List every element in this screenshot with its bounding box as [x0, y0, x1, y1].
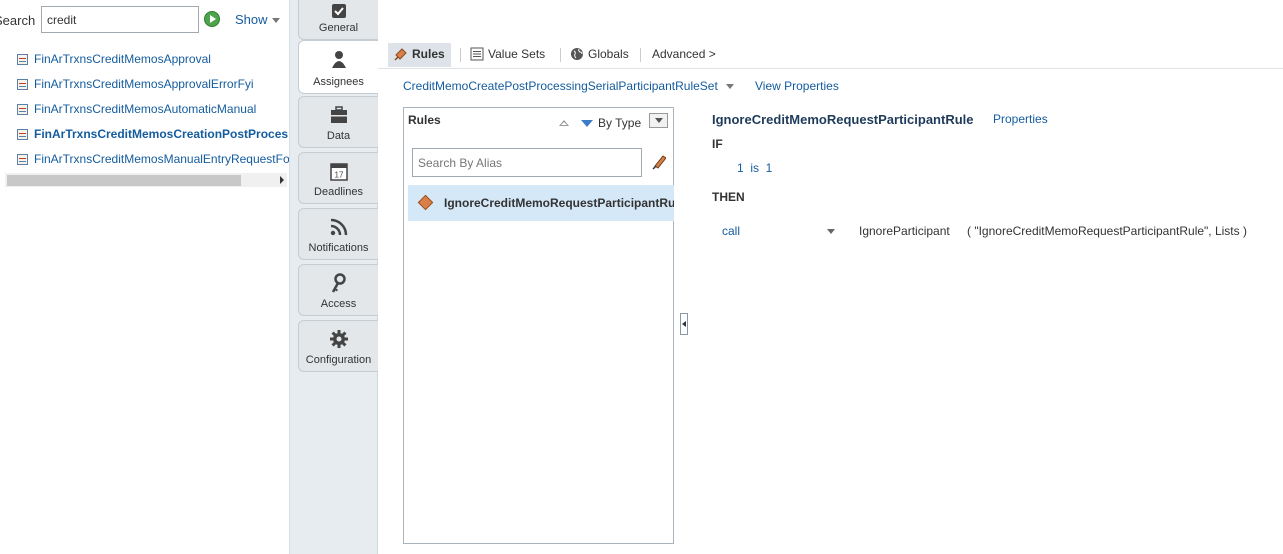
- sort-ascending-icon[interactable]: [559, 120, 569, 126]
- chevron-down-icon: [725, 84, 734, 90]
- subtab-bar: Rules Value Sets Globals Advanced >: [378, 40, 1283, 69]
- rules-icon: [394, 48, 407, 61]
- task-rule-icon: [17, 79, 28, 90]
- task-item-selected[interactable]: FinArTrxnsCreditMemosCreationPostProces: [17, 127, 289, 145]
- task-label: FinArTrxnsCreditMemosManualEntryRequestF…: [34, 152, 289, 166]
- task-rule-icon: [17, 54, 28, 65]
- sort-by-label: By Type: [598, 116, 642, 130]
- tab-data[interactable]: Data: [298, 96, 378, 148]
- tab-label: Access: [320, 298, 357, 310]
- filter-icon[interactable]: [581, 120, 593, 127]
- task-label: FinArTrxnsCreditMemosCreationPostProces: [34, 127, 289, 141]
- tab-label: Notifications: [308, 242, 369, 254]
- if-label: IF: [712, 137, 723, 151]
- globe-icon: [571, 48, 583, 60]
- search-input[interactable]: [41, 6, 199, 33]
- tab-label: Data: [326, 130, 351, 142]
- then-label: THEN: [712, 190, 745, 204]
- view-properties-link[interactable]: View Properties: [755, 79, 839, 93]
- task-rule-icon: [17, 154, 28, 165]
- action-arguments[interactable]: ( "IgnoreCreditMemoRequestParticipantRul…: [967, 224, 1247, 238]
- checkbox-icon: [332, 4, 346, 18]
- scroll-right-icon[interactable]: [280, 176, 284, 184]
- go-icon[interactable]: [204, 11, 220, 27]
- rules-editor: Rules Value Sets Globals Advanced > Cred…: [378, 0, 1283, 554]
- chevron-down-icon[interactable]: [827, 229, 835, 234]
- tab-label: Assignees: [313, 76, 364, 88]
- calendar-day: 17: [335, 171, 344, 180]
- tab-general[interactable]: General: [298, 0, 378, 40]
- ruleset-name: CreditMemoCreatePostProcessingSerialPart…: [403, 79, 718, 93]
- clear-search-icon[interactable]: [652, 154, 666, 170]
- subtab-value-sets[interactable]: Value Sets: [464, 43, 551, 67]
- subtab-advanced[interactable]: Advanced >: [646, 43, 722, 67]
- vertical-tab-bar: General Assignees Data 17 Deadlines Noti…: [290, 0, 378, 554]
- task-label: FinArTrxnsCreditMemosAutomaticManual: [34, 102, 257, 116]
- rules-panel-title: Rules: [408, 113, 441, 127]
- tab-label: General: [318, 22, 359, 34]
- show-menu-button[interactable]: Show: [235, 12, 280, 27]
- task-label: FinArTrxnsCreditMemosApproval: [34, 52, 211, 66]
- subtab-label: Globals: [588, 47, 629, 61]
- gear-icon: [330, 330, 348, 348]
- search-label: Search: [0, 13, 36, 28]
- separator: [640, 48, 641, 62]
- action-type-select[interactable]: call: [722, 224, 740, 238]
- rule-icon: [417, 194, 434, 211]
- task-rule-icon: [17, 129, 28, 140]
- scrollbar-thumb[interactable]: [7, 175, 241, 186]
- tab-access[interactable]: Access: [298, 264, 378, 316]
- rules-list-panel: Rules By Type IgnoreCreditMemoRequestPar…: [403, 107, 674, 544]
- list-icon: [470, 47, 484, 61]
- task-label: FinArTrxnsCreditMemosApprovalErrorFyi: [34, 77, 254, 91]
- subtab-globals[interactable]: Globals: [564, 43, 635, 67]
- task-item[interactable]: FinArTrxnsCreditMemosManualEntryRequestF…: [17, 152, 289, 170]
- chevron-down-icon: [271, 18, 280, 24]
- subtab-label: Rules: [412, 47, 445, 61]
- rss-icon: [330, 218, 348, 236]
- collapse-rules-list-button[interactable]: [680, 313, 688, 335]
- rule-properties-link[interactable]: Properties: [993, 112, 1048, 126]
- condition-expression[interactable]: 1 is 1: [737, 161, 772, 175]
- tab-assignees[interactable]: Assignees: [298, 40, 378, 94]
- action-function[interactable]: IgnoreParticipant: [859, 224, 950, 238]
- alias-search-input[interactable]: [412, 148, 642, 177]
- task-rule-icon: [17, 104, 28, 115]
- subtab-label: Value Sets: [488, 47, 546, 61]
- horizontal-scrollbar[interactable]: [5, 173, 287, 187]
- tab-configuration[interactable]: Configuration: [298, 320, 378, 372]
- rule-list-label: IgnoreCreditMemoRequestParticipantRule: [444, 196, 674, 210]
- tab-label: Deadlines: [314, 186, 363, 198]
- briefcase-icon: [331, 106, 347, 123]
- rule-title: IgnoreCreditMemoRequestParticipantRule: [712, 112, 974, 127]
- separator: [460, 48, 461, 62]
- separator: [560, 48, 561, 62]
- subtab-label: Advanced >: [652, 47, 716, 61]
- rule-list-item[interactable]: IgnoreCreditMemoRequestParticipantRule: [408, 185, 674, 221]
- calendar-icon: 17: [330, 163, 348, 181]
- keys-icon: [331, 273, 346, 293]
- ruleset-selector[interactable]: CreditMemoCreatePostProcessingSerialPart…: [403, 79, 734, 93]
- tab-notifications[interactable]: Notifications: [298, 208, 378, 260]
- tab-deadlines[interactable]: 17 Deadlines: [298, 152, 378, 204]
- show-label: Show: [235, 12, 268, 27]
- sort-by-dropdown[interactable]: [649, 113, 668, 128]
- subtab-rules[interactable]: Rules: [388, 43, 451, 67]
- tab-label: Configuration: [305, 354, 372, 366]
- task-browser-panel: Search Show FinArTrxnsCreditMemosApprova…: [0, 0, 290, 554]
- person-icon: [332, 51, 346, 68]
